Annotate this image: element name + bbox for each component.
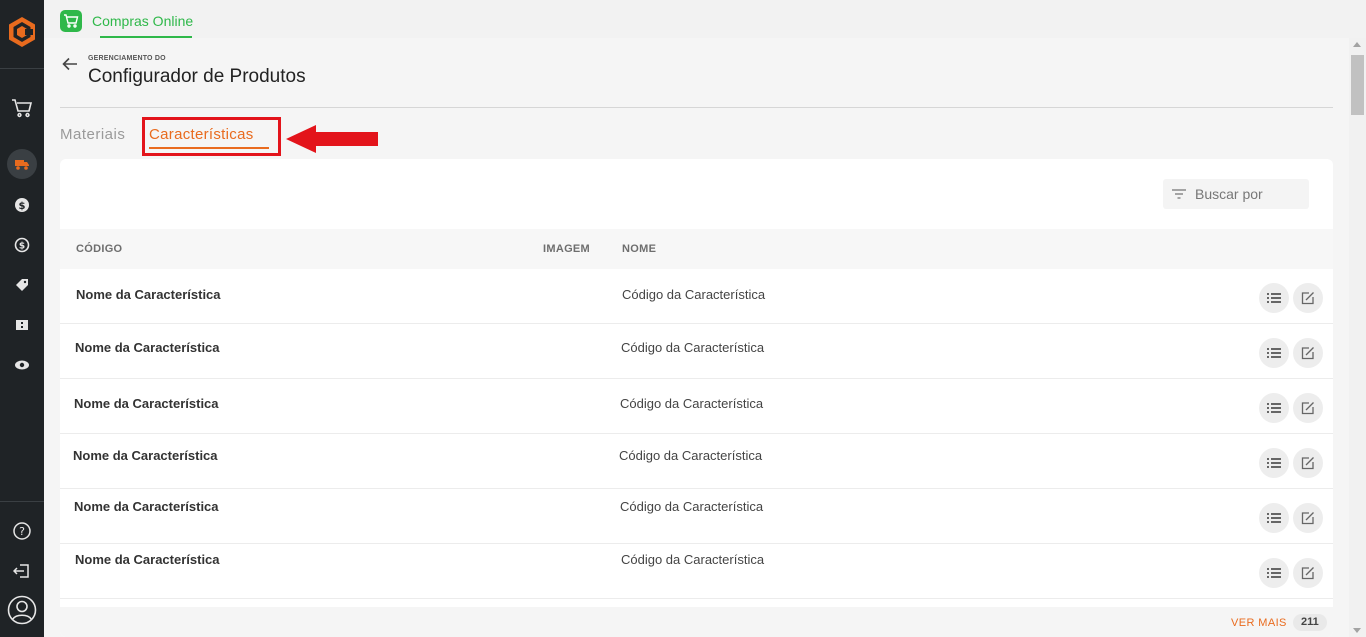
truck-icon xyxy=(15,160,29,170)
list-icon xyxy=(1267,458,1281,468)
list-button[interactable] xyxy=(1259,503,1289,533)
sidebar-item-tag[interactable] xyxy=(7,270,37,300)
edit-icon xyxy=(1301,347,1314,360)
row-code: Código da Característica xyxy=(620,396,764,411)
search-input[interactable]: Buscar por xyxy=(1163,179,1309,209)
search-placeholder: Buscar por xyxy=(1195,186,1263,202)
edit-icon xyxy=(1301,512,1314,525)
ver-mais-link[interactable]: VER MAIS xyxy=(1231,617,1287,629)
edit-button[interactable] xyxy=(1293,393,1323,423)
list-icon xyxy=(1267,403,1281,413)
page-scrollbar[interactable] xyxy=(1349,38,1366,637)
back-button[interactable] xyxy=(60,54,80,74)
help-icon: ? xyxy=(13,522,31,540)
row-name: Nome da Característica xyxy=(74,499,219,514)
edit-icon xyxy=(1301,567,1314,580)
row-code: Código da Característica xyxy=(621,552,765,567)
sidebar-item-eye[interactable] xyxy=(7,350,37,380)
table-row[interactable]: Nome da Característica Código da Caracte… xyxy=(60,324,1333,379)
edit-button[interactable] xyxy=(1293,448,1323,478)
dollar-icon: $ xyxy=(15,198,29,212)
column-header-imagem[interactable]: IMAGEM xyxy=(543,243,590,255)
edit-icon xyxy=(1301,457,1314,470)
sidebar-item-truck[interactable] xyxy=(7,149,37,179)
tab-materiais[interactable]: Materiais xyxy=(60,126,125,143)
top-bar: Compras Online xyxy=(44,0,1366,38)
filter-icon xyxy=(1172,189,1186,199)
tag-icon xyxy=(16,279,28,291)
column-header-codigo[interactable]: CÓDIGO xyxy=(76,243,122,255)
list-button[interactable] xyxy=(1259,283,1289,313)
brand-logo-icon[interactable] xyxy=(6,16,38,48)
list-button[interactable] xyxy=(1259,448,1289,478)
row-code: Código da Característica xyxy=(621,340,765,355)
row-name: Nome da Característica xyxy=(75,552,220,567)
annotation-highlight-box xyxy=(142,117,281,156)
arrow-left-icon xyxy=(62,57,77,71)
list-icon xyxy=(1267,513,1281,523)
left-sidebar: $ $ ? xyxy=(0,0,44,637)
main-content: GERENCIAMENTO DO Configurador de Produto… xyxy=(44,38,1349,637)
row-name: Nome da Característica xyxy=(74,396,219,411)
sidebar-item-cart[interactable] xyxy=(7,93,37,123)
table-header: CÓDIGO IMAGEM NOME xyxy=(60,229,1333,269)
row-code: Código da Característica xyxy=(622,287,766,302)
edit-icon xyxy=(1301,402,1314,415)
edit-button[interactable] xyxy=(1293,558,1323,588)
table-row[interactable]: Nome da Característica Código da Caracte… xyxy=(60,434,1333,489)
page-title: Configurador de Produtos xyxy=(88,66,306,87)
sidebar-item-exchange[interactable]: $ xyxy=(7,230,37,260)
row-name: Nome da Característica xyxy=(75,340,220,355)
edit-button[interactable] xyxy=(1293,503,1323,533)
row-name: Nome da Característica xyxy=(73,448,218,463)
header-divider xyxy=(60,107,1333,108)
exchange-icon: $ xyxy=(14,237,30,253)
svg-text:$: $ xyxy=(19,201,26,212)
table-row[interactable]: Nome da Característica Código da Caracte… xyxy=(60,269,1333,324)
column-header-nome[interactable]: NOME xyxy=(622,243,656,255)
annotation-arrow-icon xyxy=(286,125,378,153)
logout-button[interactable] xyxy=(7,556,37,586)
edit-icon xyxy=(1301,292,1314,305)
help-button[interactable]: ? xyxy=(7,516,37,546)
eye-icon xyxy=(15,360,29,370)
table-row[interactable]: Nome da Característica Código da Caracte… xyxy=(60,379,1333,434)
table-footer: VER MAIS 211 xyxy=(60,607,1333,637)
row-code: Código da Característica xyxy=(620,499,764,514)
cart-icon xyxy=(12,99,33,118)
sidebar-divider xyxy=(0,501,44,502)
svg-text:?: ? xyxy=(19,525,25,538)
scroll-down-arrow-icon[interactable] xyxy=(1353,628,1361,633)
user-avatar-button[interactable] xyxy=(7,595,37,625)
ticket-icon xyxy=(16,320,28,330)
list-icon xyxy=(1267,348,1281,358)
svg-text:$: $ xyxy=(19,242,25,252)
user-avatar-icon xyxy=(7,595,37,625)
sidebar-divider xyxy=(0,68,44,69)
scroll-up-arrow-icon[interactable] xyxy=(1353,42,1361,47)
list-icon xyxy=(1267,293,1281,303)
characteristics-card: Buscar por CÓDIGO IMAGEM NOME Nome da Ca… xyxy=(60,159,1333,637)
app-tab-label: Compras Online xyxy=(92,13,194,29)
total-count-badge: 211 xyxy=(1293,614,1327,631)
list-icon xyxy=(1267,568,1281,578)
list-button[interactable] xyxy=(1259,338,1289,368)
sidebar-item-ticket[interactable] xyxy=(7,310,37,340)
page-kicker: GERENCIAMENTO DO xyxy=(88,55,166,62)
sidebar-item-dollar[interactable]: $ xyxy=(7,190,37,220)
logout-icon xyxy=(13,564,29,578)
table-row[interactable]: Nome da Característica Código da Caracte… xyxy=(60,489,1333,544)
row-name: Nome da Característica xyxy=(76,287,221,302)
scroll-thumb[interactable] xyxy=(1351,55,1364,115)
shopping-cart-icon xyxy=(60,10,82,32)
list-button[interactable] xyxy=(1259,393,1289,423)
edit-button[interactable] xyxy=(1293,338,1323,368)
table-row[interactable]: Nome da Característica Código da Caracte… xyxy=(60,544,1333,599)
list-button[interactable] xyxy=(1259,558,1289,588)
row-code: Código da Característica xyxy=(619,448,763,463)
edit-button[interactable] xyxy=(1293,283,1323,313)
app-tab-compras-online[interactable]: Compras Online xyxy=(60,6,193,36)
